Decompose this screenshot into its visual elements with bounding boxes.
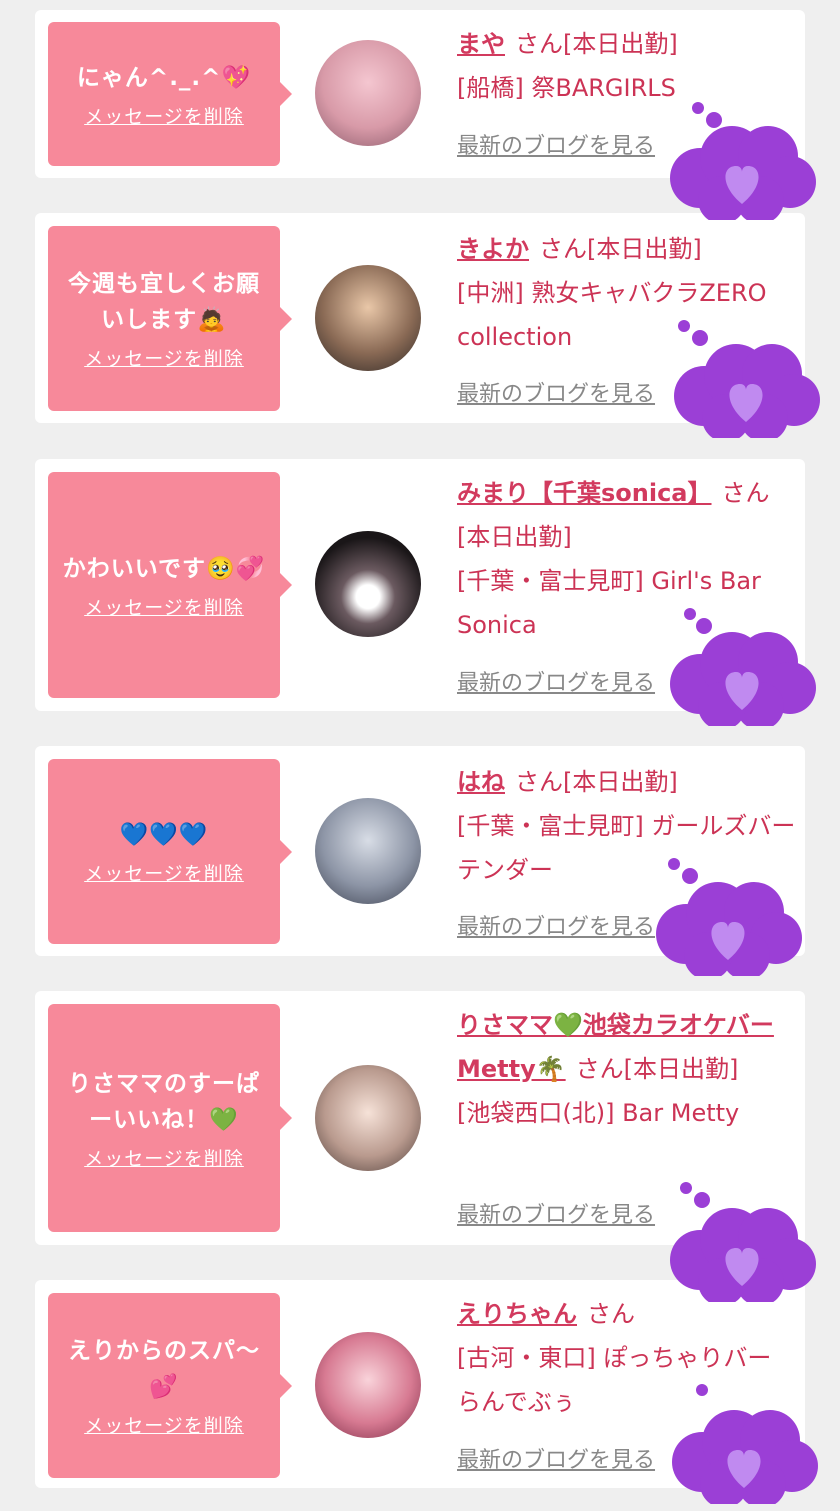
attendance-status: [本日出勤]: [563, 30, 678, 58]
sender-name-link[interactable]: はね: [457, 768, 505, 796]
attendance-status: [本日出勤]: [457, 523, 572, 551]
honorific: さん: [515, 30, 563, 58]
heart-sticker-icon: [656, 858, 802, 976]
delete-message-link[interactable]: メッセージを削除: [84, 1144, 244, 1171]
message-text: にゃん^._.^💖: [76, 64, 252, 91]
message-bubble: 💙💙💙 メッセージを削除: [48, 759, 292, 944]
heart-sticker-icon: [672, 1384, 818, 1504]
attendance-status: [本日出勤]: [563, 768, 678, 796]
blog-link[interactable]: 最新のブログを見る: [457, 1442, 655, 1474]
blog-link[interactable]: 最新のブログを見る: [457, 128, 655, 160]
sender-name-link[interactable]: きよか: [457, 235, 529, 263]
sender-name-link[interactable]: みまり【千葉sonica】: [457, 479, 712, 507]
blog-link[interactable]: 最新のブログを見る: [457, 909, 655, 941]
message-bubble: にゃん^._.^💖 メッセージを削除: [48, 22, 292, 166]
blog-link[interactable]: 最新のブログを見る: [457, 376, 655, 408]
blog-link[interactable]: 最新のブログを見る: [457, 1197, 655, 1229]
avatar[interactable]: [315, 1065, 421, 1171]
message-bubble: りさママのすーぱーいいね！💚 メッセージを削除: [48, 1004, 292, 1232]
message-text: 💙💙💙: [119, 822, 209, 848]
avatar[interactable]: [315, 1332, 421, 1438]
attendance-status: [本日出勤]: [623, 1055, 739, 1083]
sender-name-link[interactable]: えりちゃん: [457, 1300, 577, 1328]
message-text: 今週も宜しくお願いします🙇: [68, 271, 260, 333]
honorific: さん: [539, 235, 587, 263]
honorific: さん: [721, 479, 770, 507]
message-bubble: 今週も宜しくお願いします🙇 メッセージを削除: [48, 226, 292, 411]
message-text: えりからのスパ〜💕: [68, 1338, 260, 1400]
attendance-status: [本日出勤]: [587, 235, 702, 263]
honorific: さん: [515, 768, 563, 796]
avatar[interactable]: [315, 531, 421, 637]
shop-name: [池袋西口(北)] Bar Metty: [457, 1099, 740, 1127]
delete-message-link[interactable]: メッセージを削除: [84, 1411, 244, 1438]
heart-sticker-icon: [670, 102, 816, 220]
delete-message-link[interactable]: メッセージを削除: [84, 344, 244, 371]
honorific: さん: [587, 1300, 635, 1328]
avatar[interactable]: [315, 40, 421, 146]
message-bubble: かわいいです🥹💞 メッセージを削除: [48, 472, 292, 698]
blog-link[interactable]: 最新のブログを見る: [457, 665, 655, 697]
delete-message-link[interactable]: メッセージを削除: [84, 102, 244, 129]
message-text: かわいいです🥹💞: [62, 555, 266, 582]
sender-info: りさママ💚池袋カラオケバーMetty🌴 さん[本日出勤] [池袋西口(北)] Ba…: [457, 1003, 797, 1135]
delete-message-link[interactable]: メッセージを削除: [84, 859, 244, 886]
sender-name-link[interactable]: まや: [457, 30, 505, 58]
page: { "delete_label": "メッセージを削除", "blog_labe…: [0, 0, 840, 1511]
message-text: りさママのすーぱーいいね！💚: [68, 1070, 260, 1133]
message-bubble: えりからのスパ〜💕 メッセージを削除: [48, 1293, 292, 1478]
delete-message-link[interactable]: メッセージを削除: [84, 593, 244, 620]
heart-sticker-icon: [674, 320, 820, 438]
honorific: さん: [575, 1055, 624, 1083]
avatar[interactable]: [315, 265, 421, 371]
sender-info: まや さん[本日出勤] [船橋] 祭BARGIRLS: [457, 22, 797, 110]
heart-sticker-icon: [670, 608, 816, 726]
heart-sticker-icon: [670, 1182, 816, 1302]
avatar[interactable]: [315, 798, 421, 904]
